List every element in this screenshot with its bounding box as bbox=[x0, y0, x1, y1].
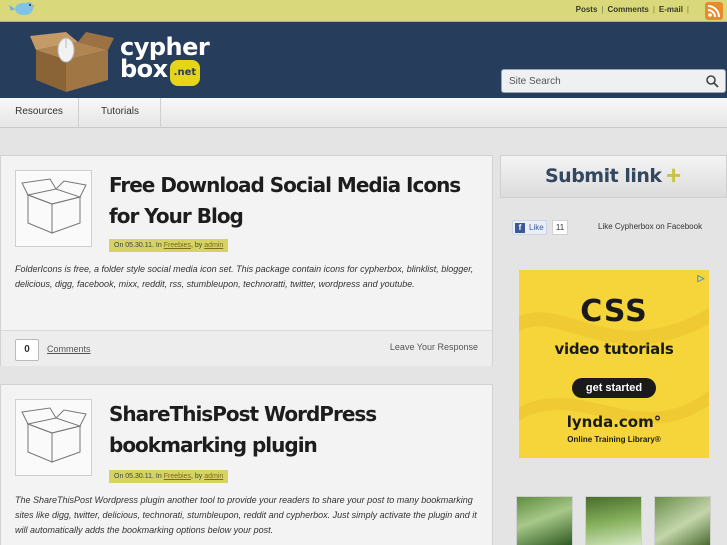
logo-line2: box bbox=[120, 55, 168, 83]
post-card: Free Download Social Media Icons for You… bbox=[0, 155, 493, 366]
post-by-label: , by bbox=[190, 242, 203, 249]
ad-choices-icon[interactable]: ▷ bbox=[695, 272, 707, 284]
facebook-like-label: Like bbox=[529, 223, 544, 232]
facebook-like-count: 11 bbox=[552, 220, 568, 235]
posts-link[interactable]: Posts bbox=[576, 5, 598, 14]
site-logo[interactable]: cypher box .net bbox=[120, 35, 210, 86]
comments-link[interactable]: Comments bbox=[607, 5, 648, 14]
ad-brand: lynda.com° bbox=[566, 413, 662, 431]
site-header: cypher box .net bbox=[0, 22, 727, 98]
post-by-label: , by bbox=[190, 473, 203, 480]
plus-icon: + bbox=[666, 160, 682, 190]
main-nav: Resources Tutorials bbox=[0, 98, 727, 128]
post-in-label: In bbox=[155, 242, 162, 249]
lynda-ad-banner[interactable]: ▷ CSS video tutorials get started lynda.… bbox=[519, 270, 709, 458]
logo-box-icon[interactable] bbox=[28, 28, 114, 94]
post-excerpt: The ShareThisPost Wordpress plugin anoth… bbox=[15, 495, 477, 535]
post-thumbnail[interactable] bbox=[15, 170, 92, 247]
leave-response-link[interactable]: Leave Your Response bbox=[390, 342, 478, 352]
post-title[interactable]: ShareThisPost WordPress bookmarking plug… bbox=[109, 399, 479, 461]
rss-icon[interactable] bbox=[705, 2, 723, 20]
search-input[interactable] bbox=[502, 70, 697, 92]
comment-count-badge[interactable]: 0 bbox=[15, 339, 39, 361]
logo-badge: .net bbox=[169, 59, 201, 86]
post-footer: 0 Comments Leave Your Response bbox=[1, 330, 492, 366]
nav-item-tutorials[interactable]: Tutorials bbox=[80, 98, 161, 128]
site-search bbox=[501, 69, 726, 93]
gallery-thumbnail[interactable] bbox=[585, 496, 642, 545]
email-link[interactable]: E-mail bbox=[659, 5, 683, 14]
comments-link[interactable]: Comments bbox=[47, 344, 91, 354]
gallery-thumbnail[interactable] bbox=[654, 496, 711, 545]
ad-tagline: Online Training Library® bbox=[567, 435, 661, 444]
box-outline-icon bbox=[21, 178, 87, 234]
post-title[interactable]: Free Download Social Media Icons for You… bbox=[109, 170, 479, 232]
top-bar: Posts | Comments | E-mail | bbox=[0, 0, 727, 22]
post-thumbnail[interactable] bbox=[15, 399, 92, 476]
submit-link-button[interactable]: Submit link + bbox=[500, 155, 727, 198]
post-in-label: In bbox=[155, 473, 162, 480]
facebook-like-button[interactable]: f Like bbox=[512, 220, 547, 235]
post-category-link[interactable]: Freebies bbox=[164, 242, 191, 249]
post-author-link[interactable]: admin bbox=[204, 242, 223, 249]
facebook-widget: f Like 11 Like Cypherbox on Facebook bbox=[500, 208, 727, 248]
post-category-link[interactable]: Freebies bbox=[164, 473, 191, 480]
post-date: On 05.30.11. bbox=[114, 473, 154, 480]
top-links: Posts | Comments | E-mail | bbox=[575, 5, 689, 14]
ad-subtitle: video tutorials bbox=[554, 340, 674, 358]
ad-get-started-button[interactable]: get started bbox=[572, 378, 656, 398]
post-date: On 05.30.11. bbox=[114, 242, 154, 249]
nav-item-resources[interactable]: Resources bbox=[0, 98, 79, 128]
post-excerpt: FolderIcons is free, a folder style soci… bbox=[15, 264, 474, 289]
post-meta: On 05.30.11. In Freebies, by admin bbox=[109, 239, 229, 252]
post-author-link[interactable]: admin bbox=[204, 473, 223, 480]
box-outline-icon bbox=[21, 407, 87, 463]
facebook-like-text[interactable]: Like Cypherbox on Facebook bbox=[598, 222, 702, 231]
bird-icon bbox=[9, 2, 36, 15]
search-icon[interactable] bbox=[705, 74, 719, 88]
submit-link-label: Submit link bbox=[545, 165, 662, 187]
ad-title: CSS bbox=[580, 294, 648, 329]
gallery-thumbnail[interactable] bbox=[516, 496, 573, 545]
post-card: ShareThisPost WordPress bookmarking plug… bbox=[0, 384, 493, 545]
facebook-icon: f bbox=[515, 223, 525, 233]
post-meta: On 05.30.11. In Freebies, by admin bbox=[109, 470, 229, 483]
